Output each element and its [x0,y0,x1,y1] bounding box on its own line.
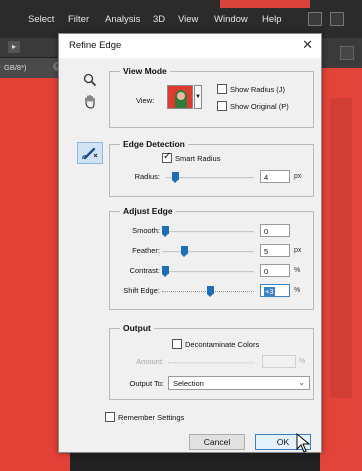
menu-help[interactable]: Help [262,14,282,25]
panel-strip [322,38,362,68]
edge-detection-title: Edge Detection [120,139,188,149]
adjust-edge-group: Adjust Edge Smooth: 0 Feather: 5 px Cont… [109,206,314,310]
feather-label: Feather: [132,246,160,255]
show-original-label: Show Original (P) [230,102,289,111]
radius-label: Radius: [134,172,160,181]
remember-settings-checkbox[interactable] [105,412,115,422]
minimize-button[interactable] [308,12,322,26]
view-mode-title: View Mode [120,66,170,76]
radius-unit: px [294,173,302,180]
radius-value: 4 [264,173,269,182]
output-to-select[interactable]: Selection ⌄ [168,376,310,390]
menu-analysis[interactable]: Analysis [105,14,140,25]
shift-edge-input[interactable]: +3 [260,284,290,297]
menu-view[interactable]: View [178,14,198,25]
chevron-down-icon: ▼ [195,94,201,100]
shift-edge-value: +3 [264,287,275,296]
zoom-icon[interactable] [81,71,99,89]
view-thumbnail[interactable] [167,85,193,109]
dialog-title: Refine Edge [69,40,122,51]
output-group: Output Decontaminate Colors Amount: % Ou… [109,323,314,400]
smart-radius-checkbox[interactable] [162,151,172,163]
refine-radius-brush-icon[interactable] [77,142,103,164]
show-radius-checkbox[interactable] [217,84,227,94]
output-to-value: Selection [173,379,204,388]
contrast-unit: % [294,267,301,274]
radius-input[interactable]: 4 [260,170,290,183]
shift-edge-unit: % [294,287,301,294]
menu-filter[interactable]: Filter [68,14,89,25]
view-dropdown-button[interactable]: ▼ [194,85,202,109]
menu-window[interactable]: Window [214,14,248,25]
contrast-label: Contrast: [129,266,160,275]
hand-icon[interactable] [81,92,99,110]
smart-radius-label: Smart Radius [175,154,221,163]
contrast-slider-thumb[interactable] [162,266,169,277]
feather-slider-thumb[interactable] [180,246,188,257]
panel-button[interactable] [340,46,354,60]
radius-slider[interactable] [166,177,254,179]
smooth-input[interactable]: 0 [260,224,290,237]
cancel-button[interactable]: Cancel [189,434,245,450]
close-icon[interactable]: ✕ [302,37,313,53]
canvas-top-strip [220,0,310,8]
show-original-checkbox[interactable] [217,101,227,111]
smooth-label: Smooth: [132,226,160,235]
view-mode-group: View Mode View: ▼ Show Radius (J) Show O… [109,66,314,128]
maximize-button[interactable] [330,12,344,26]
shift-edge-slider-thumb[interactable] [207,286,215,297]
output-to-label: Output To: [129,379,164,388]
adjust-edge-title: Adjust Edge [120,206,176,216]
remember-settings-label: Remember Settings [118,413,185,422]
chevron-down-icon: ⌄ [298,378,305,387]
contrast-input[interactable]: 0 [260,264,290,277]
contrast-slider[interactable] [162,271,254,273]
feather-slider[interactable] [162,251,254,253]
smooth-slider[interactable] [162,231,254,233]
dialog-titlebar: Refine Edge ✕ [59,34,321,58]
radius-slider-thumb[interactable] [171,172,179,183]
feather-value: 5 [264,247,269,256]
decontaminate-colors-label: Decontaminate Colors [185,340,260,349]
canvas-image-right [320,68,362,471]
smooth-slider-thumb[interactable] [162,226,169,237]
edge-detection-group: Edge Detection Smart Radius Radius: 4 px [109,139,314,197]
smooth-value: 0 [264,227,269,236]
menu-select[interactable]: Select [28,14,54,25]
output-title: Output [120,323,154,333]
amount-label: Amount: [136,357,164,366]
show-radius-label: Show Radius (J) [230,85,286,94]
decontaminate-colors-checkbox[interactable] [172,339,182,349]
document-tab-label: GB/8*) [4,63,27,72]
amount-input [262,355,296,368]
amount-slider [168,362,254,364]
amount-unit: % [299,358,306,365]
mouse-cursor-icon [296,433,310,453]
thumbnail-face [177,92,185,100]
view-label: View: [136,96,155,105]
refine-edge-dialog: Refine Edge ✕ View Mode View: ▼ Show Rad… [58,33,322,453]
shift-edge-label: Shift Edge: [123,286,160,295]
feather-input[interactable]: 5 [260,244,290,257]
menu-3d[interactable]: 3D [153,14,165,25]
tool-preset-icon[interactable]: ▸ [8,41,20,53]
feather-unit: px [294,247,302,254]
contrast-value: 0 [264,267,269,276]
